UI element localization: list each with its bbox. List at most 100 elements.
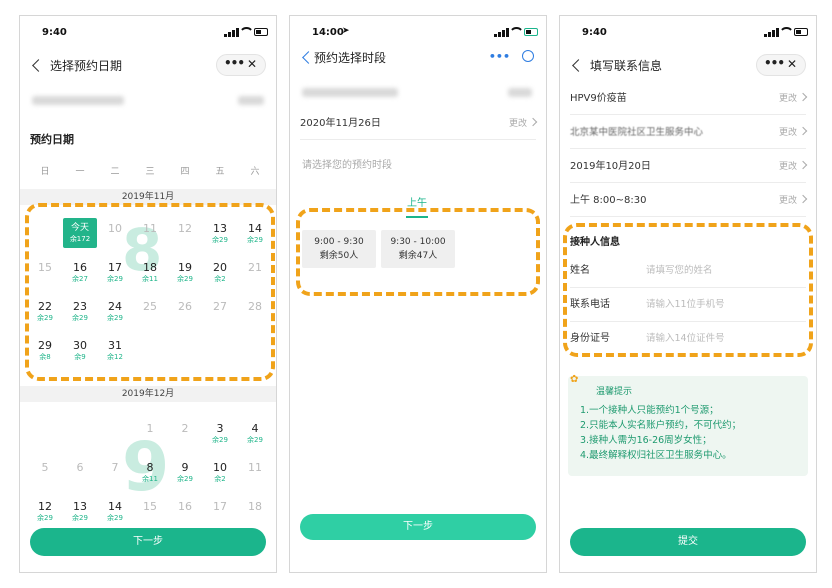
weekday-label: 五 [215, 167, 225, 177]
more-icon[interactable]: ••• [489, 50, 510, 63]
slots-remaining: 余2 [214, 475, 226, 483]
slots-remaining: 余29 [177, 475, 193, 483]
page-title: 选择预约日期 [50, 59, 123, 73]
battery-icon [254, 28, 268, 36]
calendar-day[interactable]: 4 余29 [238, 418, 272, 448]
slots-remaining: 余11 [142, 475, 158, 483]
appointment-time: 上午 8:00~8:30 [570, 195, 647, 206]
signal-icon [494, 28, 510, 37]
phone-screen-contact-info: 9:40 填写联系信息 ••• ✕ HPV9价疫苗 更改 北京某中医院社区卫生服… [559, 15, 817, 573]
nav-bar: 填写联系信息 ••• ✕ [560, 52, 816, 82]
summary-row-clinic[interactable]: 北京某中医院社区卫生服务中心 更改 [570, 117, 806, 149]
clinic-name: 北京某中医院社区卫生服务中心 [570, 127, 704, 138]
next-button[interactable]: 下一步 [300, 514, 536, 540]
page-title: 填写联系信息 [590, 59, 663, 73]
calendar-day: 2 [168, 418, 202, 448]
phone-screen-select-date: 9:40 选择预约日期 ••• ✕ 预约日期 日一二三四五六 2019年11月 … [19, 15, 277, 573]
calendar-day: 1 [133, 418, 167, 448]
status-time: 9:40 [42, 27, 67, 38]
change-link[interactable]: 更改 [779, 83, 806, 115]
tip-line: 1.一个接种人只能预约1个号源； [580, 405, 719, 416]
weekday-label: 日 [40, 167, 50, 177]
calendar-day[interactable]: 8 余11 [133, 457, 167, 487]
status-time: 14:00 [312, 27, 344, 38]
more-icon[interactable]: ••• [764, 56, 785, 70]
back-icon[interactable] [302, 51, 315, 64]
tab-morning[interactable]: 上午 [407, 194, 427, 209]
day-number: 16 [178, 500, 192, 513]
day-number: 18 [248, 500, 262, 513]
tips-title: 温馨提示 [596, 387, 633, 397]
location-arrow-icon: ➤ [342, 26, 350, 36]
date-row[interactable]: 2020年11月26日 更改 [300, 108, 536, 140]
tips-box: ✿ 温馨提示 1.一个接种人只能预约1个号源； 2.只能本人实名账户预约，不可代… [568, 374, 808, 476]
weekday-header: 日一二三四五六 [20, 164, 276, 178]
tip-line: 4.最终解释权归社区卫生服务中心。 [580, 450, 732, 461]
wifi-icon [511, 25, 522, 36]
vaccine-name: HPV9价疫苗 [570, 93, 627, 104]
calendar-day[interactable]: 9 余29 [168, 457, 202, 487]
calendar-day[interactable]: 3 余29 [203, 418, 237, 448]
signal-icon [764, 28, 780, 37]
calendar-day[interactable]: 13 余29 [63, 496, 97, 526]
blurred-change-link [238, 96, 264, 105]
next-button[interactable]: 下一步 [30, 528, 266, 556]
month-label-dec: 2019年12月 [20, 386, 276, 402]
slots-remaining: 余29 [247, 436, 263, 444]
calendar-day: 15 [133, 496, 167, 526]
calendar-day: 5 [28, 457, 62, 487]
calendar-day: 6 [63, 457, 97, 487]
weekday-label: 六 [250, 167, 260, 177]
day-number: 12 [38, 500, 52, 513]
day-number: 3 [216, 422, 224, 435]
highlight-annotation [296, 208, 540, 296]
blurred-clinic-name [302, 88, 398, 97]
calendar-day: 18 [238, 496, 272, 526]
section-title: 预约日期 [30, 133, 74, 146]
battery-icon [794, 28, 808, 36]
calendar-day[interactable]: 10 余2 [203, 457, 237, 487]
target-icon[interactable] [522, 50, 534, 62]
tip-line: 2.只能本人实名账户预约，不可代约； [580, 420, 742, 431]
day-number: 2 [181, 422, 189, 435]
day-number: 7 [111, 461, 119, 474]
calendar-day: 17 [203, 496, 237, 526]
calendar-day: 7 [98, 457, 132, 487]
miniapp-capsule: ••• ✕ [216, 54, 266, 76]
tip-line: 3.接种人需为16-26周岁女性； [580, 435, 712, 446]
day-number: 5 [41, 461, 49, 474]
selected-date: 2020年11月26日 [300, 118, 381, 129]
back-icon[interactable] [32, 59, 45, 72]
calendar-day[interactable]: 12 余29 [28, 496, 62, 526]
day-number: 6 [76, 461, 84, 474]
submit-button[interactable]: 提交 [570, 528, 806, 556]
day-number: 9 [181, 461, 189, 474]
summary-row-date[interactable]: 2019年10月20日 更改 [570, 151, 806, 183]
calendar-day: 16 [168, 496, 202, 526]
change-link[interactable]: 更改 [779, 151, 806, 183]
summary-row-vaccine[interactable]: HPV9价疫苗 更改 [570, 83, 806, 115]
blurred-change-link [508, 88, 532, 97]
day-number: 10 [213, 461, 227, 474]
change-link[interactable]: 更改 [509, 108, 536, 140]
close-icon[interactable]: ✕ [247, 57, 257, 71]
change-link[interactable]: 更改 [779, 185, 806, 217]
day-number: 8 [146, 461, 154, 474]
slots-remaining: 余29 [212, 436, 228, 444]
day-number: 1 [146, 422, 154, 435]
summary-row-time[interactable]: 上午 8:00~8:30 更改 [570, 185, 806, 217]
wifi-icon [781, 25, 792, 36]
change-link[interactable]: 更改 [779, 117, 806, 149]
more-icon[interactable]: ••• [224, 56, 245, 70]
slots-remaining: 余29 [72, 514, 88, 522]
calendar-day[interactable]: 14 余29 [98, 496, 132, 526]
phone-screen-select-slot: 14:00 ➤ 预约选择时段 ••• 2020年11月26日 更改 请选择您的预… [289, 15, 547, 573]
battery-icon [524, 28, 538, 36]
weekday-label: 三 [145, 167, 155, 177]
close-icon[interactable]: ✕ [787, 57, 797, 71]
highlight-annotation [563, 223, 813, 357]
nav-bar: 选择预约日期 ••• ✕ [20, 52, 276, 82]
status-time: 9:40 [582, 27, 607, 38]
back-icon[interactable] [572, 59, 585, 72]
day-number: 13 [73, 500, 87, 513]
